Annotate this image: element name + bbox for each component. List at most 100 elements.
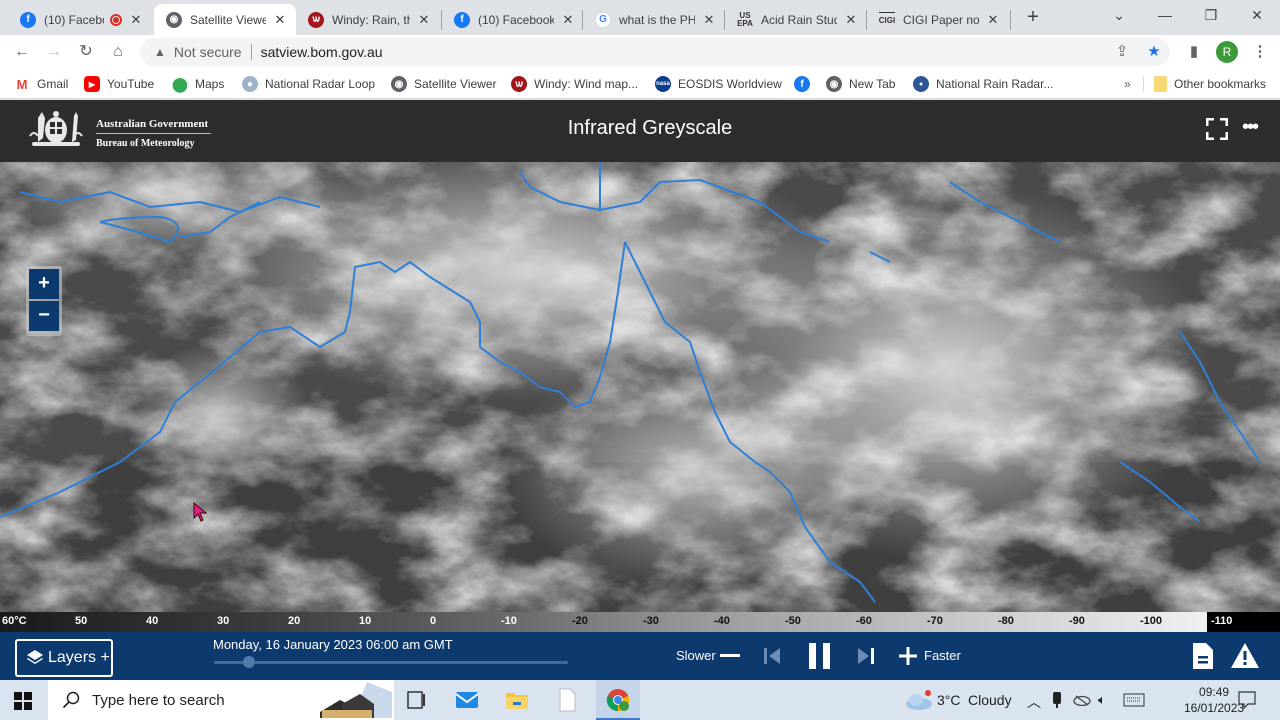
step-forward-icon[interactable]: [857, 647, 875, 665]
bookmark-label: Gmail: [37, 77, 69, 91]
tab-acid-rain[interactable]: USEPA Acid Rain Students ✕: [725, 4, 867, 35]
bookmark-national-rain-radar[interactable]: ● National Rain Radar...: [913, 75, 1053, 93]
weather-temperature[interactable]: 3°C: [937, 692, 961, 708]
close-tab-icon[interactable]: ✕: [843, 12, 859, 28]
restore-button[interactable]: ❐: [1188, 0, 1234, 32]
show-hidden-icons[interactable]: ︿: [1027, 692, 1041, 712]
taskbar-clock[interactable]: 09:49 16/01/2023: [1184, 684, 1244, 716]
bookmark-youtube[interactable]: ▶ YouTube: [84, 75, 154, 93]
tab-facebook-1[interactable]: f (10) Facebook ✕: [8, 4, 152, 35]
tab-title: Acid Rain Students: [761, 12, 837, 27]
bookmark-windy[interactable]: ѡ Windy: Wind map...: [511, 75, 638, 93]
radar-icon: ●: [242, 76, 258, 92]
close-tab-icon[interactable]: ✕: [272, 12, 288, 28]
more-options-button[interactable]: •••: [1242, 116, 1259, 139]
new-tab-button[interactable]: +: [1022, 6, 1044, 28]
close-tab-icon[interactable]: ✕: [560, 12, 576, 28]
warning-icon[interactable]: [1230, 642, 1260, 669]
timeline-handle[interactable]: [243, 656, 256, 668]
satellite-map[interactable]: + −: [0, 142, 1280, 612]
page-title: Infrared Greyscale: [567, 117, 733, 139]
minimize-button[interactable]: —: [1142, 0, 1188, 32]
colorbar-label: -90: [1069, 615, 1085, 627]
back-button[interactable]: ←: [10, 40, 34, 64]
taskbar-search-input[interactable]: Type here to search: [48, 680, 394, 720]
mail-icon[interactable]: [455, 688, 479, 712]
security-status[interactable]: Not secure: [174, 44, 242, 60]
slower-label[interactable]: Slower: [676, 648, 716, 663]
keyboard-icon[interactable]: [1123, 693, 1145, 707]
bookmark-facebook[interactable]: f: [794, 75, 817, 93]
colorbar-label: -10: [501, 615, 517, 627]
weather-cloudy-icon[interactable]: [904, 689, 934, 711]
gmail-icon: M: [16, 76, 28, 92]
other-bookmarks[interactable]: Other bookmarks: [1154, 75, 1266, 93]
share-icon[interactable]: ⇪: [1112, 42, 1132, 62]
windows-start-icon[interactable]: [14, 692, 32, 710]
url-text[interactable]: satview.bom.gov.au: [261, 44, 383, 60]
warning-icon[interactable]: ▲: [154, 45, 166, 59]
volume-icon[interactable]: 🔈︎: [1098, 692, 1106, 708]
bookmark-new-tab[interactable]: ◉ New Tab: [826, 75, 895, 93]
notifications-icon[interactable]: [1238, 691, 1256, 709]
document-icon[interactable]: [1192, 642, 1214, 670]
file-explorer-icon[interactable]: [505, 688, 529, 712]
taskbar-chrome-active[interactable]: [596, 680, 640, 720]
step-back-icon[interactable]: [763, 647, 781, 665]
zoom-in-button[interactable]: +: [29, 269, 59, 299]
infrared-satellite-image[interactable]: [0, 142, 1280, 612]
side-panel-icon[interactable]: ▮: [1184, 42, 1204, 62]
timeline-slider[interactable]: [214, 656, 568, 668]
tab-facebook-2[interactable]: f (10) Facebook ✕: [442, 4, 584, 35]
close-tab-icon[interactable]: ✕: [985, 12, 1001, 28]
slower-minus-icon[interactable]: [720, 654, 740, 658]
bookmark-label: Satellite Viewer: [414, 77, 497, 91]
colorbar-label: -50: [785, 615, 801, 627]
task-view-icon[interactable]: [404, 688, 428, 712]
weather-condition[interactable]: Cloudy: [968, 692, 1012, 708]
animation-controls: Layers + Monday, 16 January 2023 06:00 a…: [0, 632, 1280, 680]
folder-icon: [1154, 76, 1167, 92]
blank-document-icon[interactable]: [555, 688, 579, 712]
colorbar-label: 50: [75, 615, 88, 627]
colorbar-label: -70: [927, 615, 943, 627]
bookmarks-bar: M Gmail ▶ YouTube ⬤ Maps ● National Rada…: [0, 69, 1280, 99]
temperature-colorbar: 60°C 50 40 30 20 10 0 -10 -20 -30 -40 -5…: [0, 612, 1280, 632]
cigi-icon: CIGI: [879, 11, 895, 28]
home-button[interactable]: ⌂: [106, 40, 130, 64]
colorbar-label: 0: [430, 615, 437, 627]
tab-cigi-paper[interactable]: CIGI CIGI Paper no ✕: [867, 4, 1009, 35]
onedrive-icon[interactable]: [1073, 694, 1091, 706]
profile-avatar[interactable]: R: [1216, 41, 1238, 63]
bookmark-satellite-viewer[interactable]: ◉ Satellite Viewer: [391, 75, 497, 93]
faster-plus-icon[interactable]: [899, 647, 917, 665]
pause-icon[interactable]: [808, 642, 832, 670]
fullscreen-icon[interactable]: [1206, 118, 1228, 140]
tab-satellite-viewer[interactable]: ◉ Satellite Viewer ✕: [154, 4, 296, 35]
search-icon: [62, 691, 80, 709]
address-bar[interactable]: ▲ Not secure satview.bom.gov.au: [140, 38, 1170, 66]
bookmark-maps[interactable]: ⬤ Maps: [172, 75, 224, 93]
bookmark-star-icon[interactable]: ★: [1144, 42, 1164, 62]
reload-button[interactable]: ↻: [74, 40, 98, 64]
faster-label[interactable]: Faster: [924, 648, 961, 663]
zoom-out-button[interactable]: −: [29, 301, 59, 331]
close-tab-icon[interactable]: ✕: [701, 12, 717, 28]
close-tab-icon[interactable]: ✕: [128, 12, 144, 28]
close-tab-icon[interactable]: ✕: [416, 12, 432, 28]
layers-button[interactable]: Layers +: [15, 639, 113, 677]
bookmarks-overflow-button[interactable]: »: [1124, 75, 1131, 93]
bookmark-eosdis[interactable]: nasa EOSDIS Worldview: [655, 75, 782, 93]
tab-search-button[interactable]: ⌄: [1096, 0, 1142, 32]
forward-button[interactable]: →: [42, 40, 66, 64]
tab-google-search[interactable]: G what is the PH ✕: [583, 4, 725, 35]
tab-windy[interactable]: ѡ Windy: Rain, thunder ✕: [296, 4, 440, 35]
bookmark-national-radar-loop[interactable]: ● National Radar Loop: [242, 75, 375, 93]
bookmark-gmail[interactable]: M Gmail: [14, 75, 69, 93]
windy-icon: ѡ: [511, 76, 527, 92]
tab-title: what is the PH: [619, 12, 695, 27]
menu-icon[interactable]: ⋮: [1250, 42, 1270, 62]
microphone-icon[interactable]: [1052, 692, 1062, 709]
close-window-button[interactable]: ✕: [1234, 0, 1280, 32]
rain-radar-icon: ●: [913, 76, 929, 92]
